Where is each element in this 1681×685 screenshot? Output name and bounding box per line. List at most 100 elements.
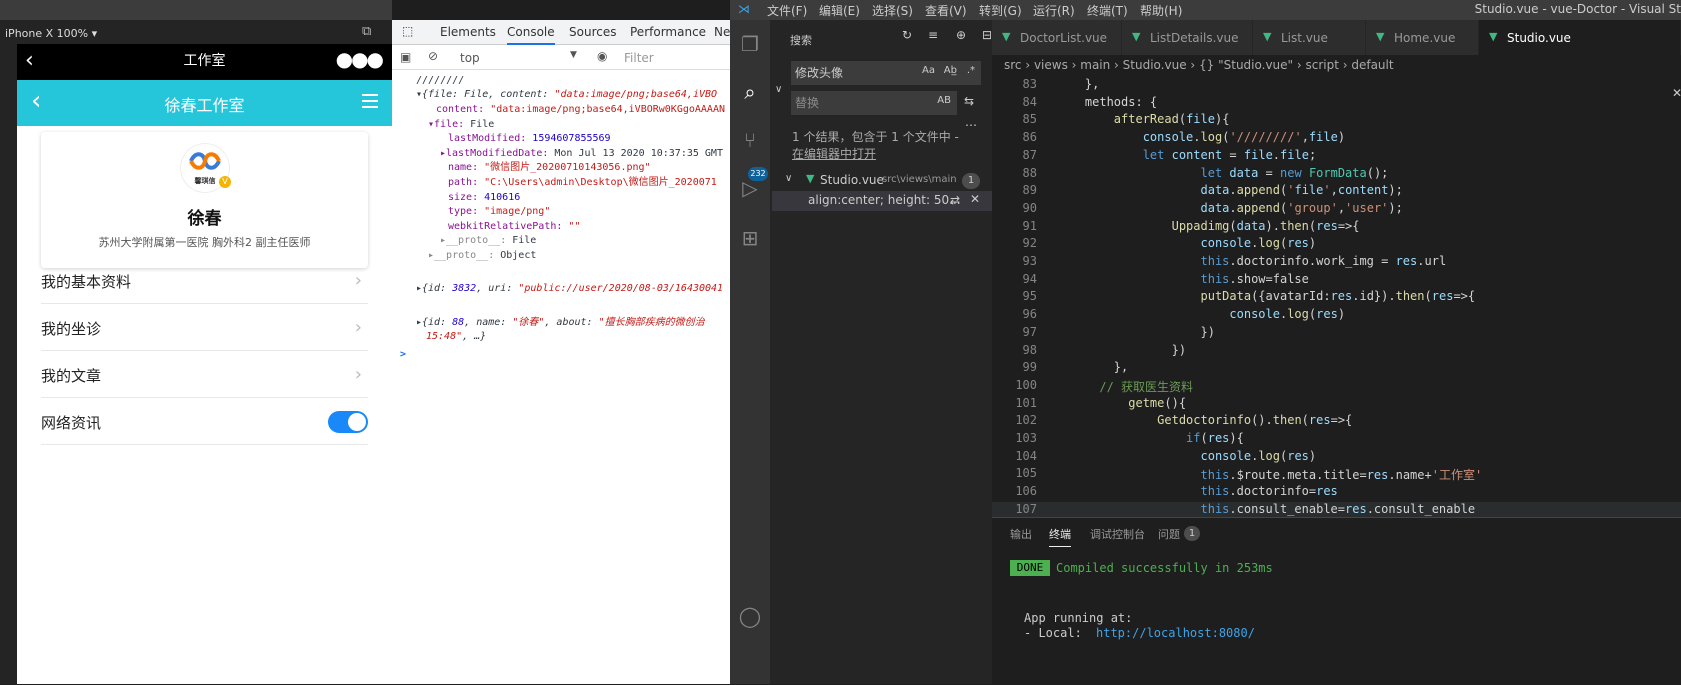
code-line[interactable]: 92 console.log(res) [992,236,1681,254]
log-object-doctor[interactable]: ▸{id: 88, name: "徐春", about: "擅长胸部疾病的微创治 [416,316,705,331]
menu-run[interactable]: 运行(R) [1033,2,1075,19]
log-object-upload[interactable]: ▸{id: 3832, uri: "public://user/2020/08-… [416,282,723,297]
profile-card: 馨琪信 V 徐春 苏州大学附属第一医院 胸外科2 副主任医师 [41,132,368,268]
tab-doctorlist[interactable]: ▼ DoctorList.vue [992,20,1122,55]
online-consult-toggle[interactable] [328,411,368,433]
tab-list[interactable]: ▼ List.vue [1253,20,1366,55]
menu-help[interactable]: 帮助(H) [1140,2,1182,19]
rotate-icon[interactable]: ⧉ [362,24,378,40]
menu-item-profile[interactable]: 我的基本资料 › [41,258,368,304]
code-line[interactable]: 88 let data = new FormData(); [992,166,1681,184]
clear-results-icon[interactable]: ≡ [928,28,938,42]
tab-studio[interactable]: ▼ Studio.vue [1479,20,1681,55]
log-prop[interactable]: ▸__proto__: Object [428,249,536,264]
more-icon[interactable]: ●●● [336,47,384,71]
extensions-icon[interactable]: ⊞ [738,226,762,250]
log-prop: path: "C:\Users\admin\Desktop\微信图片_20200… [448,177,717,188]
code-line[interactable]: 99 }, [992,360,1681,378]
run-debug-icon[interactable]: ▷ [738,176,762,200]
source-control-icon[interactable]: ⑂ [738,128,762,152]
code-line[interactable]: 97 }) [992,325,1681,343]
code-line[interactable]: 94 this.show=false [992,272,1681,290]
code-line[interactable]: 96 console.log(res) [992,307,1681,325]
code-line[interactable]: 105 this.$route.meta.title=res.name+'工作室… [992,466,1681,484]
result-file-row[interactable]: ∨ ▼ Studio.vue src\views\main 1 [770,170,992,192]
search-query: 修改头像 [795,66,844,80]
terminal-output[interactable]: DONE Compiled successfully in 253ms App … [992,518,1681,685]
menu-view[interactable]: 查看(V) [925,2,967,19]
more-options-icon[interactable]: … [965,115,977,129]
menu-file[interactable]: 文件(F) [767,2,807,19]
context-selector[interactable]: top [460,51,480,65]
menu-go[interactable]: 转到(G) [979,2,1022,19]
log-prop[interactable]: ▾file: File [428,118,494,133]
match-case-toggle[interactable]: Aa [922,65,935,76]
code-line[interactable]: 98 }) [992,343,1681,361]
line-number: 84 [1022,94,1037,109]
inspect-icon[interactable]: ⬚ [402,24,413,38]
app-title: 徐春工作室 [164,96,245,115]
search-input[interactable]: 修改头像 Aa Ab̲ .* [791,61,981,85]
chevron-down-icon[interactable]: ∨ [775,84,782,95]
code-line[interactable]: 100 // 获取医生资料 [992,378,1681,396]
menu-selection[interactable]: 选择(S) [872,2,913,19]
code-line[interactable]: 86 console.log('////////',file) [992,130,1681,148]
preserve-case-toggle[interactable]: AB [937,95,951,106]
search-icon[interactable]: ⌕ [738,80,762,104]
log-prop[interactable]: ▸lastModifiedDate: Mon Jul 13 2020 10:37… [440,147,723,162]
tab-home[interactable]: ▼ Home.vue [1366,20,1479,55]
menu-item-clinic[interactable]: 我的坐诊 › [41,305,368,351]
code-line[interactable]: 101 getme(){ [992,396,1681,414]
log-object-file[interactable]: ▾{file: File, content: "data:image/png;b… [416,88,717,103]
open-in-editor-link[interactable]: 在编辑器中打开 [792,145,876,162]
code-line[interactable]: 91 Uppadimg(data).then(res=>{ [992,219,1681,237]
device-selector[interactable]: iPhone X 100% ▾ [5,27,97,40]
menu-item-articles[interactable]: 我的文章 › [41,352,368,398]
code-editor[interactable]: 83 }, 84 methods: {85 afterRead(file){86 … [992,77,1681,517]
dismiss-icon[interactable]: ✕ [970,192,980,206]
tab-console[interactable]: Console [507,25,555,45]
code-line[interactable]: 90 data.append('group','user'); [992,201,1681,219]
console-prompt[interactable]: > [400,348,406,363]
menu-edit[interactable]: 编辑(E) [819,2,860,19]
code-line[interactable]: 85 afterRead(file){ [992,112,1681,130]
code-line[interactable]: 83 }, [992,77,1681,95]
code-line[interactable]: 95 putData({avatarId:res.id}).then(res=>… [992,289,1681,307]
tab-network[interactable]: Ne [714,25,730,39]
replace-icon[interactable]: ⇄ [950,193,960,207]
match-word-toggle[interactable]: Ab̲ [944,65,957,76]
clear-console-icon[interactable]: ⊘ [428,49,438,63]
code-line[interactable]: 102 Getdoctorinfo().then(res=>{ [992,413,1681,431]
refresh-icon[interactable]: ↻ [902,28,912,42]
code-line[interactable]: 93 this.doctorinfo.work_img = res.url [992,254,1681,272]
tab-elements[interactable]: Elements [440,25,496,39]
tab-performance[interactable]: Performance [630,25,706,39]
avatar[interactable]: 馨琪信 V [181,144,231,192]
replace-all-icon[interactable]: ⇆ [964,94,974,108]
log-prop[interactable]: ▸__proto__: File [440,234,536,249]
code-line[interactable]: 107 this.consult_enable=res.consult_enab… [992,501,1681,517]
local-url-link[interactable]: http://localhost:8080/ [1096,626,1255,640]
vscode-window: ⋊ 文件(F) 编辑(E) 选择(S) 查看(V) 转到(G) 运行(R) 终端… [730,0,1681,684]
code-line[interactable]: 87 let content = file.file; [992,148,1681,166]
filter-input[interactable]: Filter [624,51,654,65]
code-line[interactable]: 103 if(res){ [992,431,1681,449]
replace-input[interactable]: 替换 AB [791,91,957,115]
code-line[interactable]: 104 console.log(res) [992,449,1681,467]
tab-sources[interactable]: Sources [569,25,616,39]
code-line[interactable]: 89 data.append('file',content); [992,183,1681,201]
breadcrumb[interactable]: src › views › main › Studio.vue › {} "St… [992,55,1681,77]
collapse-all-icon[interactable]: ⊟ [982,28,992,42]
result-match-row[interactable]: align:center; height: 50... ⇄ ✕ [772,191,992,211]
hamburger-icon[interactable] [362,94,378,108]
menu-terminal[interactable]: 终端(T) [1087,2,1128,19]
sidebar-toggle-icon[interactable]: ▣ [400,50,411,64]
eye-icon[interactable]: ◉ [597,49,607,63]
code-line[interactable]: 84 methods: { [992,95,1681,113]
new-search-editor-icon[interactable]: ⊕ [956,28,966,42]
regex-toggle[interactable]: .* [967,65,975,76]
explorer-icon[interactable]: ❐ [738,32,762,56]
code-line[interactable]: 106 this.doctorinfo=res [992,484,1681,502]
tab-listdetails[interactable]: ▼ ListDetails.vue [1122,20,1253,55]
account-icon[interactable]: ◯ [738,604,762,628]
